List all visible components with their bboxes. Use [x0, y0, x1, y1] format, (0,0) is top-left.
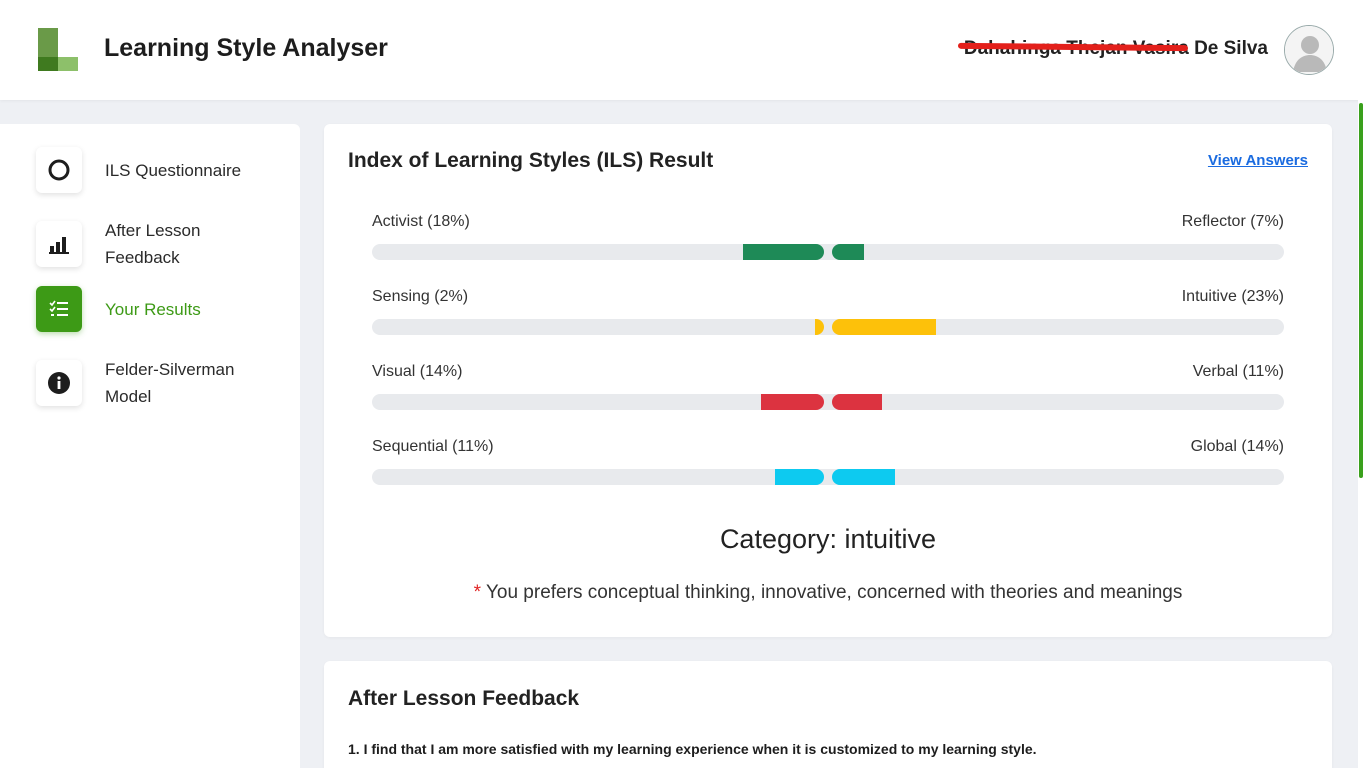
dimension-left-label: Visual (14%)	[372, 363, 463, 380]
description-text: You prefers conceptual thinking, innovat…	[485, 582, 1183, 603]
bar-chart-icon	[36, 221, 82, 267]
sidebar-item-your-results[interactable]: Your Results	[36, 286, 286, 332]
user-avatar-icon[interactable]	[1284, 25, 1334, 75]
dimension-right-label: Verbal (11%)	[1192, 363, 1284, 380]
app-logo[interactable]	[38, 28, 78, 71]
scrollbar-thumb[interactable]	[1359, 103, 1363, 478]
ils-result-card: Index of Learning Styles (ILS) Result Vi…	[324, 124, 1332, 637]
category-text: Category: intuitive	[719, 524, 937, 554]
sidebar-item-ils-questionnaire[interactable]: ILS Questionnaire	[36, 147, 286, 193]
sidebar-item-label: ILS Questionnaire	[105, 160, 242, 180]
dimension-bar-track	[372, 244, 1284, 260]
card-title: After Lesson Feedback	[348, 687, 580, 710]
dimension-left-label: Sensing (2%)	[372, 288, 469, 305]
info-icon	[36, 360, 82, 406]
required-asterisk: *	[473, 582, 482, 603]
dimension-bar-track	[372, 319, 1284, 335]
sidebar-item-label: Felder-Silverman Model	[105, 360, 235, 406]
top-header: Learning Style Analyser Dahahinga Thejan…	[0, 0, 1366, 100]
circle-outline-icon	[36, 147, 82, 193]
sidebar-item-label: After Lesson Feedback	[105, 221, 201, 267]
dimension-right-label: Reflector (7%)	[1181, 213, 1284, 230]
sidebar-item-label: Your Results	[105, 299, 201, 319]
dimension-left-fill	[761, 394, 824, 410]
feedback-question: 1. I find that I am more satisfied with …	[348, 741, 1037, 757]
checklist-icon	[36, 286, 82, 332]
dimension-right-fill	[832, 319, 936, 335]
dimension-left-fill	[743, 244, 824, 260]
dimension-right-fill	[832, 469, 895, 485]
category-description: * You prefers conceptual thinking, innov…	[324, 582, 1332, 604]
card-title: Index of Learning Styles (ILS) Result	[348, 149, 714, 172]
sidebar: ILS Questionnaire After Lesson Feedback …	[0, 124, 300, 768]
dimension-left-fill	[815, 319, 824, 335]
dimension-right-label: Global (14%)	[1190, 438, 1284, 455]
dimension-bar-track	[372, 394, 1284, 410]
dimension-right-fill	[832, 394, 882, 410]
dimension-bar-track	[372, 469, 1284, 485]
dimension-left-fill	[774, 469, 824, 485]
dimension-left-label: Sequential (11%)	[372, 438, 494, 455]
app-title: Learning Style Analyser	[104, 34, 388, 62]
dimension-left-label: Activist (18%)	[372, 213, 470, 230]
sidebar-item-felder-silverman-model[interactable]: Felder-Silverman Model	[36, 356, 286, 410]
after-lesson-feedback-card: After Lesson Feedback 1. I find that I a…	[324, 661, 1332, 768]
sidebar-item-after-lesson-feedback[interactable]: After Lesson Feedback	[36, 217, 286, 271]
dimension-right-fill	[832, 244, 864, 260]
view-answers-link[interactable]: View Answers	[1208, 152, 1308, 169]
dimension-right-label: Intuitive (23%)	[1181, 288, 1284, 305]
